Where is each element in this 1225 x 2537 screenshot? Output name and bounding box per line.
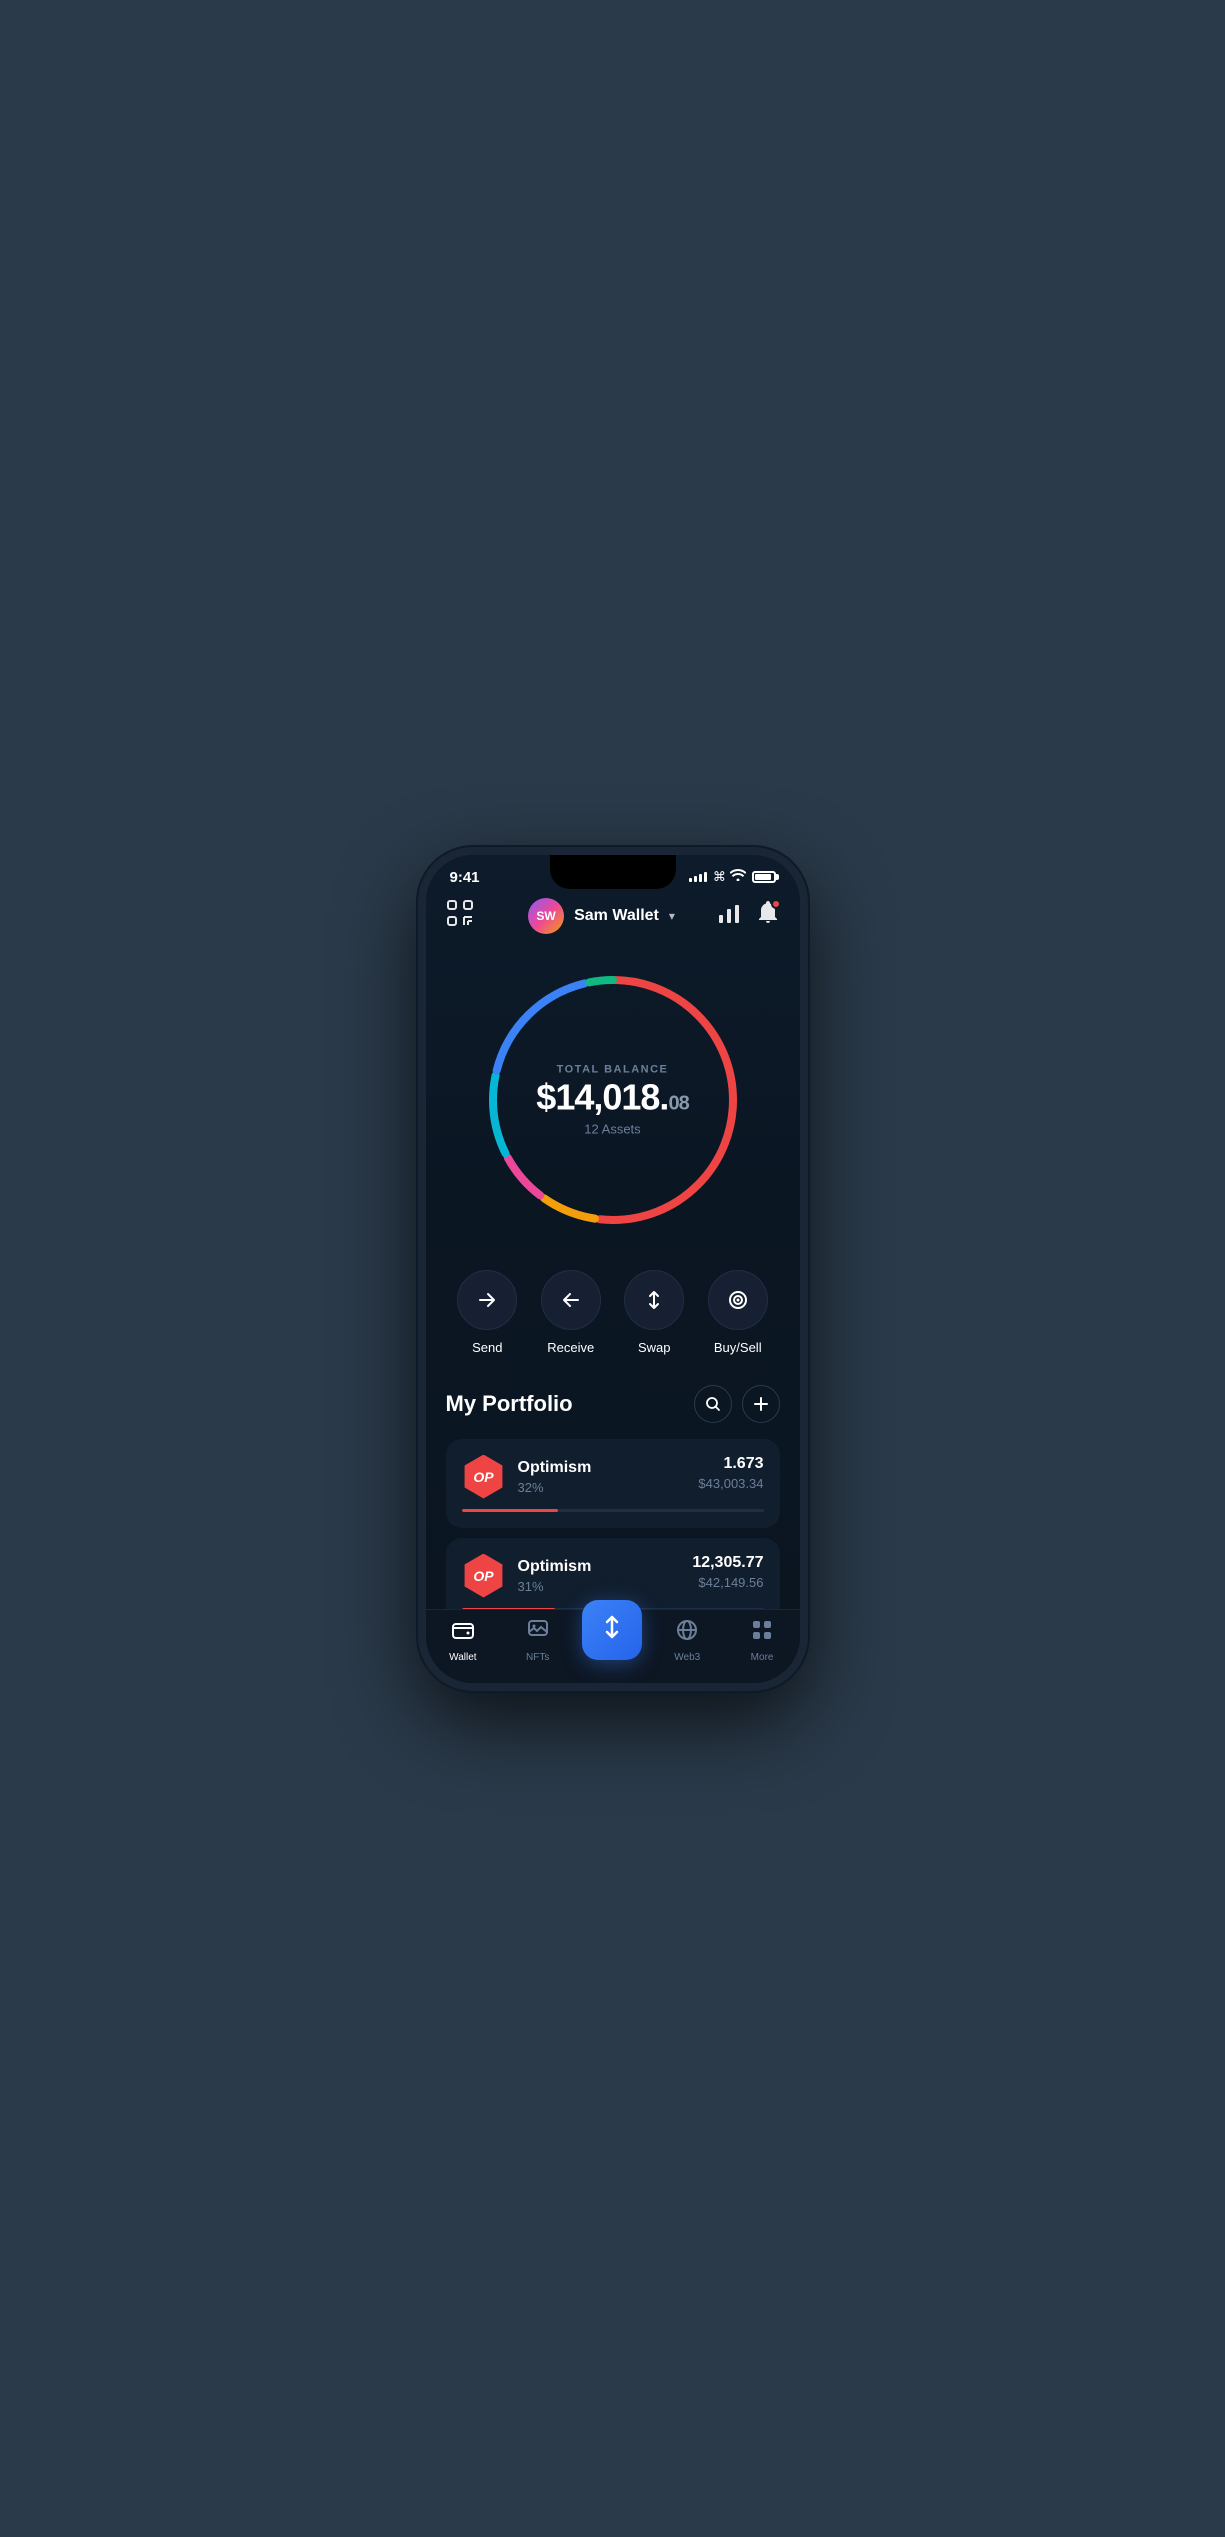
token-name: Optimism bbox=[518, 1459, 592, 1477]
receive-label: Receive bbox=[547, 1340, 594, 1355]
nav-center-button[interactable] bbox=[582, 1600, 642, 1660]
wallet-selector[interactable]: SW Sam Wallet ▾ bbox=[528, 898, 675, 934]
item-info: Optimism 32% bbox=[518, 1459, 592, 1495]
nfts-nav-label: NFTs bbox=[526, 1652, 549, 1663]
op-logo: OP bbox=[462, 1455, 506, 1499]
header: SW Sam Wallet ▾ bbox=[426, 890, 800, 950]
add-button[interactable] bbox=[742, 1385, 780, 1423]
swap-button[interactable]: Swap bbox=[624, 1270, 684, 1355]
signal-bar-4 bbox=[704, 872, 707, 882]
balance-section: TOTAL BALANCE $14,018.08 12 Assets bbox=[426, 950, 800, 1260]
swap-label: Swap bbox=[638, 1340, 671, 1355]
wallet-nav-label: Wallet bbox=[449, 1652, 476, 1663]
chart-icon[interactable] bbox=[717, 901, 741, 931]
balance-label: TOTAL BALANCE bbox=[536, 1063, 688, 1075]
portfolio-header: My Portfolio bbox=[446, 1385, 780, 1423]
signal-bar-3 bbox=[699, 874, 702, 882]
search-button[interactable] bbox=[694, 1385, 732, 1423]
balance-center: TOTAL BALANCE $14,018.08 12 Assets bbox=[536, 1063, 688, 1136]
wallet-name: Sam Wallet bbox=[574, 907, 659, 925]
bottom-nav: Wallet NFTs bbox=[426, 1609, 800, 1683]
phone-frame: 9:41 ⌘ bbox=[418, 847, 808, 1691]
item-right: 12,305.77 $42,149.56 bbox=[692, 1554, 763, 1590]
chevron-down-icon: ▾ bbox=[669, 909, 675, 923]
signal-bar-2 bbox=[694, 876, 697, 882]
op-hexagon-icon: OP bbox=[462, 1455, 506, 1499]
bell-icon bbox=[757, 908, 779, 930]
nav-web3[interactable]: Web3 bbox=[657, 1618, 717, 1663]
portfolio-section: My Portfolio bbox=[426, 1375, 800, 1627]
avatar: SW bbox=[528, 898, 564, 934]
signal-bar-1 bbox=[689, 878, 692, 882]
nfts-nav-icon bbox=[526, 1618, 550, 1648]
token-percentage: 32% bbox=[518, 1480, 592, 1495]
receive-icon bbox=[541, 1270, 601, 1330]
balance-assets: 12 Assets bbox=[536, 1121, 688, 1136]
send-button[interactable]: Send bbox=[457, 1270, 517, 1355]
phone-screen: 9:41 ⌘ bbox=[426, 855, 800, 1683]
web3-nav-icon bbox=[675, 1618, 699, 1648]
status-icons: ⌘ bbox=[689, 869, 776, 885]
battery-fill bbox=[755, 874, 771, 880]
wifi-icon: ⌘ bbox=[713, 869, 746, 885]
header-left bbox=[446, 899, 486, 933]
send-icon bbox=[457, 1270, 517, 1330]
wallet-nav-icon bbox=[451, 1618, 475, 1648]
item-left: OP Optimism 31% bbox=[462, 1554, 592, 1598]
token-usd: $42,149.56 bbox=[692, 1575, 763, 1590]
battery-icon bbox=[752, 871, 776, 883]
portfolio-title: My Portfolio bbox=[446, 1391, 573, 1417]
progress-bar-bg bbox=[462, 1509, 764, 1512]
buysell-button[interactable]: Buy/Sell bbox=[708, 1270, 768, 1355]
progress-bar-fill bbox=[462, 1509, 559, 1512]
header-right bbox=[717, 901, 779, 931]
token-amount: 1.673 bbox=[698, 1455, 763, 1473]
token-name: Optimism bbox=[518, 1558, 592, 1576]
send-label: Send bbox=[472, 1340, 502, 1355]
op-logo: OP bbox=[462, 1554, 506, 1598]
center-nav-icon bbox=[598, 1613, 626, 1647]
notification-button[interactable] bbox=[757, 901, 779, 931]
portfolio-item[interactable]: OP Optimism 32% 1.673 $43,003.34 bbox=[446, 1439, 780, 1528]
more-nav-label: More bbox=[751, 1652, 774, 1663]
balance-ring: TOTAL BALANCE $14,018.08 12 Assets bbox=[473, 960, 753, 1240]
swap-icon bbox=[624, 1270, 684, 1330]
nav-wallet[interactable]: Wallet bbox=[433, 1618, 493, 1663]
item-main: OP Optimism 31% 12,305.77 $42,149.56 bbox=[462, 1554, 764, 1598]
token-amount: 12,305.77 bbox=[692, 1554, 763, 1572]
receive-button[interactable]: Receive bbox=[541, 1270, 601, 1355]
more-nav-icon bbox=[750, 1618, 774, 1648]
item-main: OP Optimism 32% 1.673 $43,003.34 bbox=[462, 1455, 764, 1499]
web3-nav-label: Web3 bbox=[674, 1652, 700, 1663]
notification-dot bbox=[771, 899, 781, 909]
op-hexagon-icon: OP bbox=[462, 1554, 506, 1598]
portfolio-actions bbox=[694, 1385, 780, 1423]
action-buttons: Send Receive Swap bbox=[426, 1260, 800, 1375]
status-time: 9:41 bbox=[450, 869, 480, 886]
signal-bars-icon bbox=[689, 872, 707, 882]
buysell-label: Buy/Sell bbox=[714, 1340, 762, 1355]
item-right: 1.673 $43,003.34 bbox=[698, 1455, 763, 1491]
item-info: Optimism 31% bbox=[518, 1558, 592, 1594]
notch bbox=[550, 855, 676, 889]
balance-amount: $14,018.08 bbox=[536, 1079, 688, 1115]
scan-icon[interactable] bbox=[446, 907, 474, 932]
buysell-icon bbox=[708, 1270, 768, 1330]
nav-nfts[interactable]: NFTs bbox=[508, 1618, 568, 1663]
token-usd: $43,003.34 bbox=[698, 1476, 763, 1491]
nav-more[interactable]: More bbox=[732, 1618, 792, 1663]
token-percentage: 31% bbox=[518, 1579, 592, 1594]
item-left: OP Optimism 32% bbox=[462, 1455, 592, 1499]
